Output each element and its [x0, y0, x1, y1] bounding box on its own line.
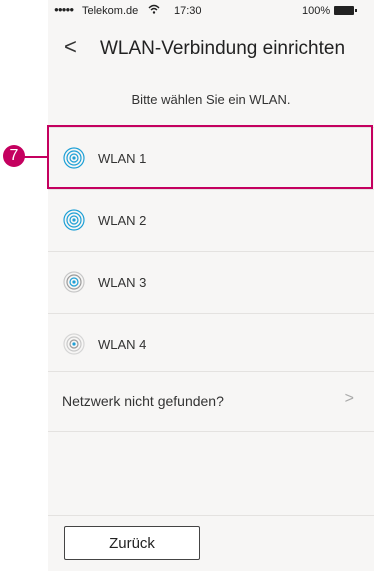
wifi-icon	[148, 3, 160, 18]
battery-percent: 100%	[302, 5, 331, 17]
navigation-bar: < WLAN-Verbindung einrichten	[48, 24, 374, 72]
wlan-item-3[interactable]: WLAN 3	[48, 251, 374, 313]
wlan-item-4[interactable]: WLAN 4	[48, 313, 374, 375]
wlan-signal-icon	[63, 271, 85, 293]
wlan-item-2[interactable]: WLAN 2	[48, 189, 374, 251]
network-not-found-row[interactable]: Netzwerk nicht gefunden? >	[48, 371, 374, 432]
network-not-found-label: Netzwerk nicht gefunden?	[62, 393, 224, 409]
wlan-signal-icon	[63, 333, 85, 355]
page-title: WLAN-Verbindung einrichten	[100, 38, 346, 59]
signal-strength: ●●●●●	[54, 5, 74, 14]
battery-icon	[334, 6, 357, 15]
back-button[interactable]: Zurück	[64, 526, 200, 560]
wlan-label: WLAN 4	[98, 337, 147, 352]
wlan-label: WLAN 2	[98, 213, 147, 228]
instruction-text: Bitte wählen Sie ein WLAN.	[131, 92, 291, 107]
app-screen: ●●●●● Telekom.de 17:30 100% < WLAN-Verbi…	[48, 0, 374, 571]
carrier-name: Telekom.de	[82, 5, 139, 17]
clock: 17:30	[174, 5, 202, 17]
selection-highlight	[47, 125, 373, 189]
back-chevron-icon[interactable]: <	[64, 36, 77, 58]
chevron-right-icon: >	[344, 390, 354, 407]
footer-bar: Zurück	[48, 515, 374, 572]
wlan-signal-icon	[63, 209, 85, 231]
wlan-label: WLAN 3	[98, 275, 147, 290]
callout-badge: 7	[3, 145, 25, 167]
status-bar: ●●●●● Telekom.de 17:30 100%	[48, 0, 374, 22]
